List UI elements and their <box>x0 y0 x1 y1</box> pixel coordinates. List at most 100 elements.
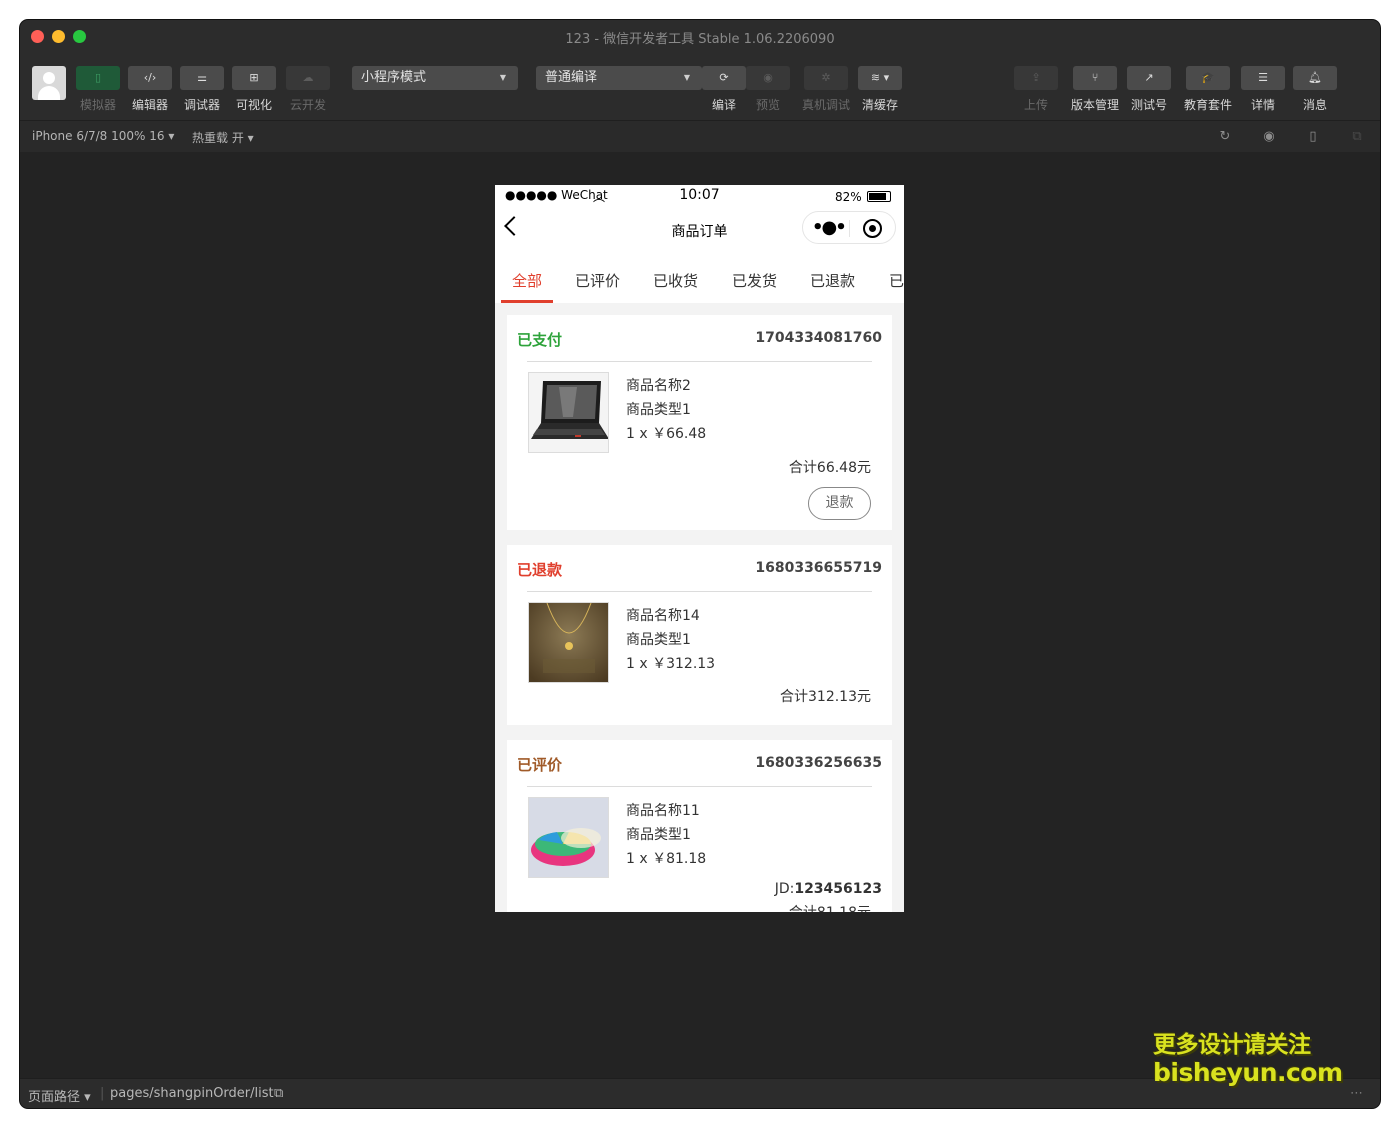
refresh-icon: ⟳ <box>702 66 746 90</box>
copy-icon[interactable]: ⧉ <box>274 1086 283 1101</box>
chevron-down-icon: ▼ <box>499 73 506 82</box>
product-info: 商品名称14 商品类型1 1 x ￥312.13 <box>626 604 715 676</box>
record-icon[interactable]: ◉ <box>1261 129 1277 145</box>
order-card[interactable]: 已评价 1680336256635 商品名称11 商品类型1 1 x ￥81.1… <box>507 740 892 912</box>
version-label: 版本管理 <box>1071 98 1120 112</box>
order-card[interactable]: 已支付 1704334081760 商品名称2 商品类型1 1 x ￥66.48 <box>507 315 892 530</box>
messages-button[interactable]: 🔔︎ 消息 <box>1293 66 1337 113</box>
refund-button[interactable]: 退款 <box>808 487 871 520</box>
more-icon[interactable]: ⋯ <box>1350 1086 1363 1101</box>
divider <box>527 786 872 787</box>
test-account-button[interactable]: ↗ 测试号 <box>1127 66 1171 113</box>
compile-select-value: 普通编译 <box>545 70 598 85</box>
product-qty-price: 1 x ￥312.13 <box>626 656 716 672</box>
hotreload-label: 热重载 开 <box>192 131 244 145</box>
watermark-line-1: 更多设计请关注 <box>1153 1032 1311 1058</box>
tab-shipped[interactable]: 已发货 <box>732 270 777 291</box>
layers-icon: ≋ ▾ <box>858 66 902 90</box>
remote-debug-label: 真机调试 <box>802 98 851 112</box>
product-type: 商品类型1 <box>626 402 691 418</box>
battery-percent: 82% <box>835 190 862 204</box>
divider: | <box>100 1086 105 1101</box>
graduation-cap-icon: 🎓 <box>1186 66 1230 90</box>
phone-simulator: ●●●●● WeChat ︵ 10:07 82% 商品订单 •●• 全部 已评价… <box>495 185 904 912</box>
order-total: 合计66.48元 <box>788 460 871 476</box>
education-label: 教育套件 <box>1184 98 1233 112</box>
version-button[interactable]: ⑂ 版本管理 <box>1071 66 1119 113</box>
close-miniprogram-icon[interactable] <box>863 219 882 238</box>
simulator-subbar: iPhone 6/7/8 100% 16 ▾ 热重载 开 ▾ ↻ ◉ ▯ ⧉ <box>20 120 1380 152</box>
external-link-icon: ↗ <box>1127 66 1171 90</box>
test-account-label: 测试号 <box>1130 98 1167 112</box>
capsule-divider <box>849 220 850 237</box>
visual-button[interactable]: ⊞ 可视化 <box>232 66 276 113</box>
product-name: 商品名称2 <box>626 378 691 394</box>
preview-button[interactable]: ◉ 预览 <box>746 66 790 113</box>
compile-select[interactable]: 普通编译 ▼ <box>536 66 702 90</box>
window-title: 123 - 微信开发者工具 Stable 1.06.2206090 <box>565 32 835 47</box>
jd-value: 123456123 <box>794 881 882 897</box>
remote-debug-button[interactable]: ✲ 真机调试 <box>802 66 850 113</box>
mode-select[interactable]: 小程序模式 ▼ <box>352 66 518 90</box>
education-button[interactable]: 🎓 教育套件 <box>1184 66 1232 113</box>
avatar[interactable] <box>32 66 66 100</box>
debugger-button[interactable]: ⚌ 调试器 <box>180 66 224 113</box>
details-button[interactable]: ☰ 详情 <box>1241 66 1285 113</box>
product-type: 商品类型1 <box>626 632 691 648</box>
editor-button[interactable]: ‹/› 编辑器 <box>128 66 172 113</box>
jd-tracking: JD:123456123 <box>775 881 882 897</box>
product-info: 商品名称2 商品类型1 1 x ￥66.48 <box>626 374 706 446</box>
cloud-dev-label: 云开发 <box>289 98 326 112</box>
clear-cache-label: 清缓存 <box>861 98 898 112</box>
sliders-icon: ⚌ <box>180 66 224 90</box>
product-image-necklace <box>528 602 609 683</box>
order-card[interactable]: 已退款 1680336655719 商品名称14 商品类型1 1 x ￥312.… <box>507 545 892 725</box>
divider <box>527 591 872 592</box>
cloud-dev-button[interactable]: ☁ 云开发 <box>286 66 330 113</box>
bug-icon: ✲ <box>804 66 848 90</box>
compile-label: 编译 <box>711 98 736 112</box>
eye-icon: ◉ <box>746 66 790 90</box>
order-number: 1704334081760 <box>755 330 882 346</box>
branch-icon: ⑂ <box>1073 66 1117 90</box>
tab-received[interactable]: 已收货 <box>653 270 698 291</box>
upload-label: 上传 <box>1023 98 1048 112</box>
tab-all[interactable]: 全部 <box>512 270 542 291</box>
hotreload-toggle[interactable]: 热重载 开 ▾ <box>192 129 254 146</box>
product-qty-price: 1 x ￥66.48 <box>626 426 707 442</box>
device-select-label: iPhone 6/7/8 100% 16 <box>32 129 165 143</box>
page-path: pages/shangpinOrder/list <box>110 1086 274 1101</box>
order-status: 已评价 <box>517 756 563 774</box>
device-select[interactable]: iPhone 6/7/8 100% 16 ▾ <box>32 129 174 143</box>
messages-label: 消息 <box>1302 98 1327 112</box>
visual-label: 可视化 <box>235 98 272 112</box>
page-path-select[interactable]: 页面路径 ▾ <box>28 1086 91 1105</box>
watermark: 更多设计请关注 bisheyun.com <box>1153 1032 1343 1086</box>
simulator-button[interactable]: ▯ 模拟器 <box>76 66 120 113</box>
device-icon[interactable]: ▯ <box>1305 129 1321 145</box>
rotate-icon[interactable]: ↻ <box>1217 129 1233 145</box>
preview-label: 预览 <box>755 98 780 112</box>
product-name: 商品名称11 <box>626 803 700 819</box>
tab-more[interactable]: 已 <box>889 270 904 291</box>
debugger-label: 调试器 <box>183 98 220 112</box>
phone-status-bar: ●●●●● WeChat ︵ 10:07 82% <box>495 185 904 207</box>
editor-label: 编辑器 <box>131 98 168 112</box>
detach-icon[interactable]: ⧉ <box>1349 129 1365 145</box>
product-image-color-wheel <box>528 797 609 878</box>
tab-refunded[interactable]: 已退款 <box>810 270 855 291</box>
product-type: 商品类型1 <box>626 827 691 843</box>
order-number: 1680336655719 <box>755 560 882 576</box>
compile-button[interactable]: ⟳ 编译 <box>702 66 746 113</box>
mode-select-value: 小程序模式 <box>361 70 427 85</box>
more-dots-icon[interactable]: •●• <box>812 219 847 237</box>
devtools-window: 123 - 微信开发者工具 Stable 1.06.2206090 ▯ 模拟器 … <box>20 20 1380 1108</box>
tab-reviewed[interactable]: 已评价 <box>575 270 620 291</box>
active-tab-indicator <box>501 300 553 303</box>
title-bar: 123 - 微信开发者工具 Stable 1.06.2206090 <box>20 20 1380 54</box>
divider <box>527 361 872 362</box>
details-label: 详情 <box>1250 98 1275 112</box>
upload-button[interactable]: ⇪ 上传 <box>1014 66 1058 113</box>
clear-cache-button[interactable]: ≋ ▾ 清缓存 <box>858 66 902 113</box>
product-qty-price: 1 x ￥81.18 <box>626 851 707 867</box>
